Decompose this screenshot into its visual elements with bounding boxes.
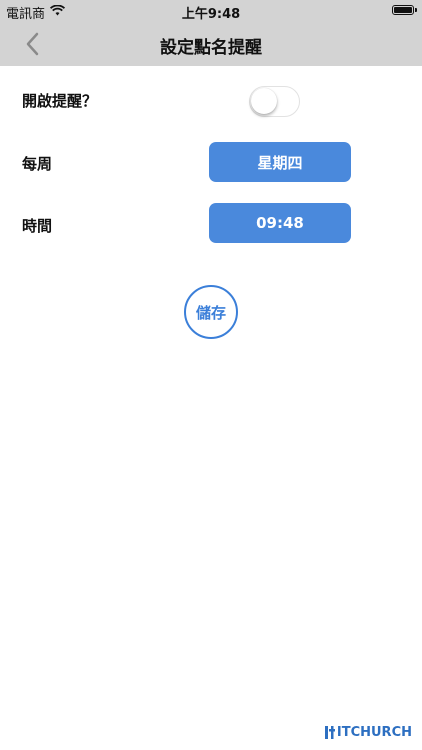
save-button[interactable]: 儲存 bbox=[184, 285, 238, 339]
nav-bar: 設定點名提醒 bbox=[0, 22, 422, 66]
reminder-label: 開啟提醒？ bbox=[22, 92, 98, 110]
cross-logo-icon bbox=[324, 726, 335, 739]
battery-fill bbox=[394, 7, 412, 13]
status-time: 上午9:48 bbox=[181, 7, 241, 22]
brand-logo-text: ITCHURCH bbox=[336, 725, 412, 740]
weekday-label: 每周 bbox=[22, 155, 53, 173]
time-picker-button[interactable]: 09:48 bbox=[209, 203, 351, 243]
time-value: 09:48 bbox=[256, 214, 304, 232]
weekday-picker-button[interactable]: 星期四 bbox=[209, 142, 351, 182]
status-bar: 電訊商 上午9:48 bbox=[0, 0, 422, 22]
page-title: 設定點名提醒 bbox=[160, 38, 262, 58]
reminder-toggle[interactable] bbox=[249, 86, 300, 117]
brand-logo: ITCHURCH bbox=[324, 725, 412, 740]
weekday-value: 星期四 bbox=[257, 153, 303, 172]
save-label: 儲存 bbox=[195, 303, 226, 322]
battery-icon bbox=[392, 5, 417, 15]
screen: 電訊商 上午9:48 設定點名提醒 開啟提醒？ 每周 星期四 時間 09:48 … bbox=[0, 0, 422, 750]
time-label: 時間 bbox=[22, 217, 53, 235]
toggle-knob bbox=[251, 88, 277, 114]
